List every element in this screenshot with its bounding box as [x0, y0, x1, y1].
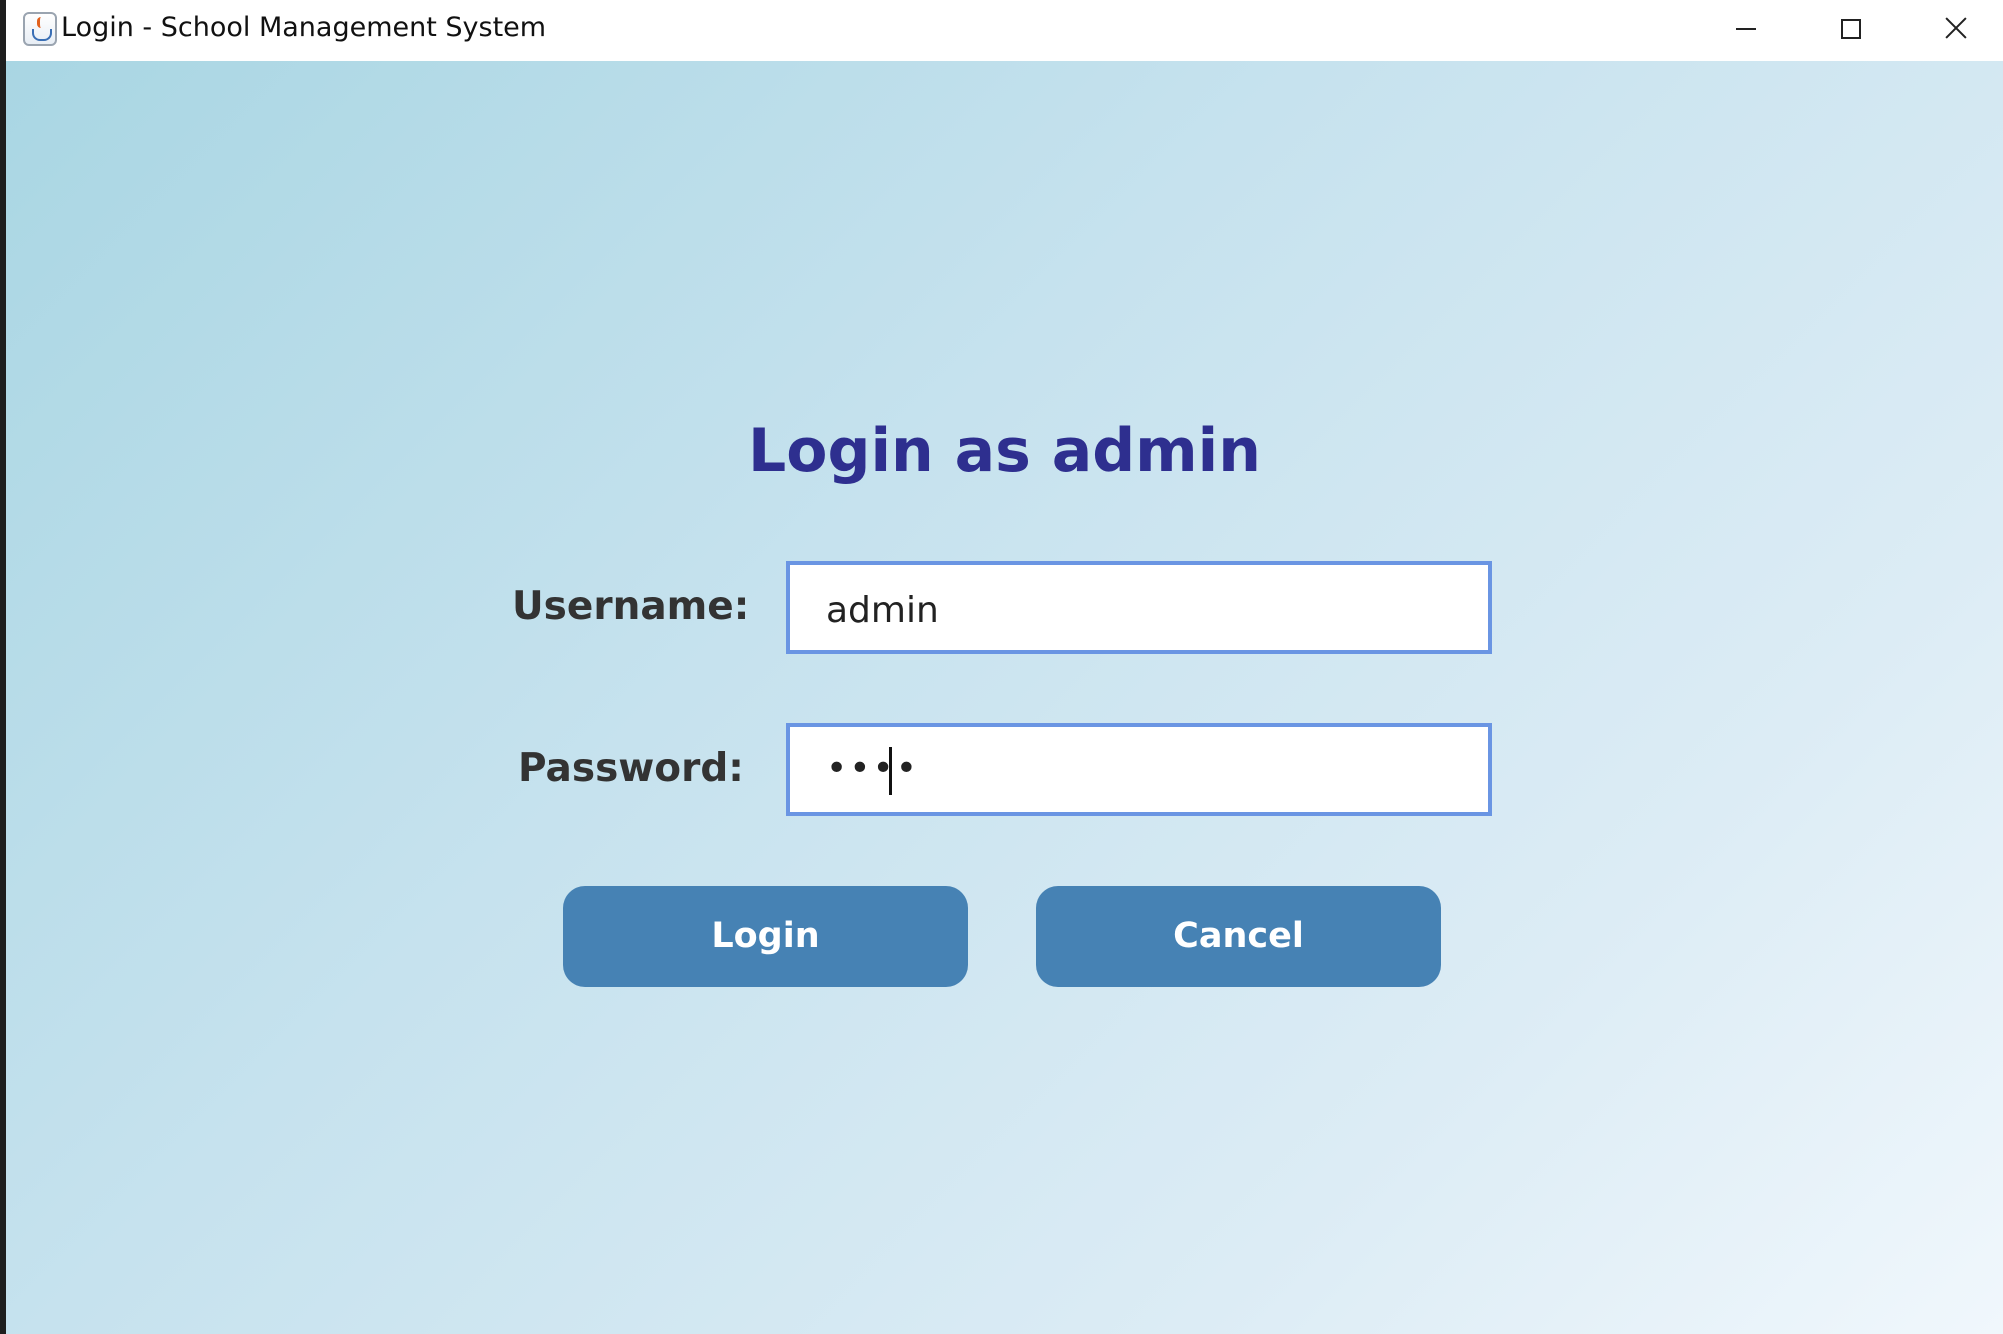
login-button[interactable]: Login — [563, 886, 968, 987]
password-label: Password: — [518, 746, 744, 791]
login-window: Login - School Management System Login a… — [0, 0, 2003, 1334]
username-label: Username: — [512, 584, 750, 629]
username-value: admin — [826, 590, 939, 631]
password-value: •••• — [826, 748, 919, 789]
minimize-icon — [1736, 28, 1756, 30]
cancel-button[interactable]: Cancel — [1036, 886, 1441, 987]
close-button[interactable] — [1906, 0, 2003, 60]
maximize-icon — [1841, 19, 1861, 39]
password-field[interactable]: •••• — [786, 723, 1492, 816]
window-title: Login - School Management System — [61, 12, 547, 43]
username-field[interactable]: admin — [786, 561, 1492, 654]
minimize-button[interactable] — [1696, 0, 1796, 60]
java-cup-icon — [23, 12, 57, 46]
text-caret — [889, 747, 892, 795]
close-icon — [1944, 16, 1968, 40]
login-panel: Login as admin Username: admin Password:… — [6, 61, 2003, 1334]
title-bar[interactable]: Login - School Management System — [6, 0, 2003, 61]
maximize-button[interactable] — [1801, 0, 1901, 60]
page-title: Login as admin — [748, 416, 1261, 486]
